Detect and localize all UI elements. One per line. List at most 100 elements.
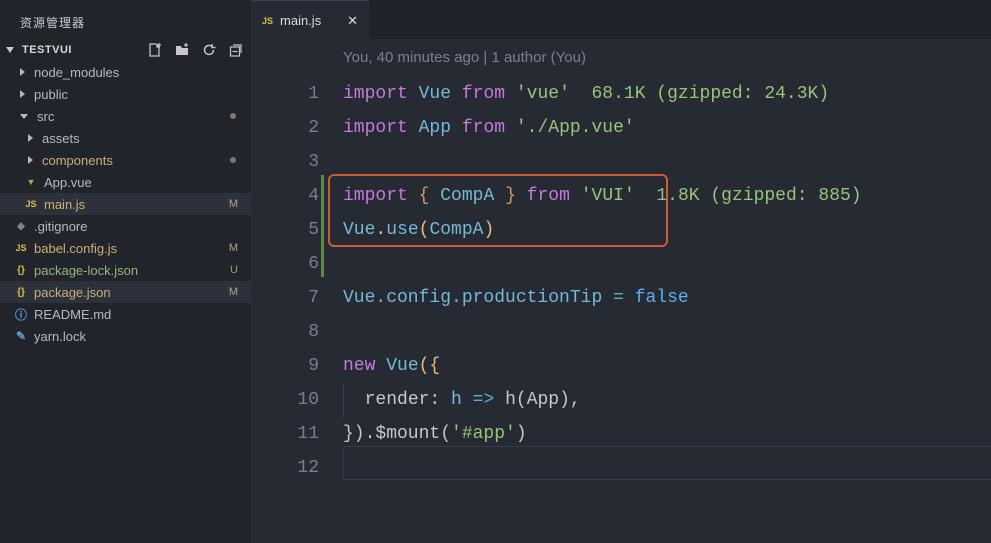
code-line: 7 Vue.config.productionTip = false [251,282,991,316]
modified-dot [230,157,236,163]
tree-item-label: README.md [34,306,112,322]
code-editor[interactable]: You, 40 minutes ago | 1 author (You) 1 i… [251,39,991,543]
close-icon[interactable]: ✕ [347,13,358,29]
refresh-icon[interactable] [200,41,218,59]
tree-item-public[interactable]: public [0,83,251,105]
string: 'vue' [515,84,570,104]
line-number: 6 [308,254,319,274]
tree-item-label: node_modules [34,64,120,80]
chevron-right-icon [28,134,33,142]
line-number: 10 [297,390,319,410]
line-number: 5 [308,220,319,240]
call: }).$mount( [343,424,452,444]
code-lines: 1 import Vue from 'vue' 68.1K (gzipped: … [251,78,991,486]
git-blame-codelens[interactable]: You, 40 minutes ago | 1 author (You) [343,49,586,66]
info-icon: ⓘ [14,307,27,322]
identifier: Vue [386,356,419,376]
line-number: 1 [308,84,319,104]
tree-item-components[interactable]: components [0,149,251,171]
project-section-header[interactable]: TESTVUI [0,39,251,61]
code-line: 9 new Vue({ [251,350,991,384]
tree-item-app-vue[interactable]: ▼ App.vue [0,171,251,193]
chevron-down-icon [20,113,28,119]
tree-item-readme[interactable]: ⓘ README.md [0,303,251,325]
tree-item-src[interactable]: src [0,105,251,127]
tree-item-label: babel.config.js [34,240,118,256]
import-cost: 1.8K (gzipped: 885) [656,186,862,206]
tree-item-gitignore[interactable]: ◆ .gitignore [0,215,251,237]
paren: ({ [418,356,441,376]
vue-file-icon: ▼ [26,177,36,187]
keyword: import [343,118,408,138]
code-text: new Vue({ [343,356,440,376]
git-status-badge: M [228,242,238,254]
chevron-right-icon [20,90,25,98]
keyword: new [343,356,376,376]
code-line: 12 [251,452,991,486]
explorer-title: 资源管理器 [20,16,86,30]
identifier: Vue.config.productionTip [343,288,603,308]
call: h(App), [505,390,581,410]
annotation-highlight-box [328,174,668,247]
tree-item-package-json[interactable]: {} package.json M [0,281,251,303]
js-file-icon: JS [15,243,27,253]
tree-item-yarn-lock[interactable]: ✎ yarn.lock [0,325,251,347]
chevron-right-icon [28,156,33,164]
tree-item-label: src [37,108,55,124]
git-status-badge: M [228,286,238,298]
line-number: 8 [308,322,319,342]
code-text: Vue.config.productionTip = false [343,288,689,308]
yarn-icon: ✎ [15,329,27,343]
tree-item-main-js[interactable]: JS main.js M [0,193,251,215]
identifier: Vue [418,84,452,104]
paren: ) [515,424,527,444]
chevron-right-icon [20,68,25,76]
code-text: render: h => h(App), [343,390,581,410]
explorer-toolbar [146,41,245,59]
line-number: 3 [308,152,319,172]
string: './App.vue' [515,118,635,138]
project-name: TESTVUI [22,44,72,56]
line-number: 11 [297,424,319,444]
git-file-icon: ◆ [17,220,25,232]
git-status-badge: M [228,198,238,210]
tree-item-label: package-lock.json [34,262,139,278]
property: render: [364,390,441,410]
js-file-icon: JS [25,199,37,209]
identifier: App [418,118,452,138]
line-number: 2 [308,118,319,138]
keyword: from [461,84,506,104]
code-line: 2 import App from './App.vue' [251,112,991,146]
tree-item-label: App.vue [44,174,92,190]
chevron-down-icon [6,47,14,53]
tree-item-node-modules[interactable]: node_modules [0,61,251,83]
tree-item-label: main.js [44,196,86,212]
line-number: 4 [308,186,319,206]
tree-item-label: .gitignore [34,218,88,234]
new-folder-icon[interactable] [173,41,191,59]
code-text: import Vue from 'vue' 68.1K (gzipped: 24… [343,84,829,104]
collapse-all-icon[interactable] [227,41,245,59]
keyword: import [343,84,408,104]
explorer-sidebar: 资源管理器 TESTVUI node_modules public src as… [0,0,251,543]
code-line: 11 }).$mount('#app') [251,418,991,452]
tree-item-label: public [34,86,68,102]
tree-item-label: package.json [34,284,111,300]
tab-main-js[interactable]: JS main.js ✕ [251,0,369,40]
tree-item-label: components [42,152,113,168]
import-cost: 68.1K (gzipped: 24.3K) [591,84,830,104]
vscode-window: 资源管理器 TESTVUI node_modules public src as… [0,0,991,543]
tab-label: main.js [280,13,322,28]
file-tree: node_modules public src assets component… [0,61,251,347]
line-number: 9 [308,356,319,376]
new-file-icon[interactable] [146,41,164,59]
tree-item-assets[interactable]: assets [0,127,251,149]
tree-item-package-lock[interactable]: {} package-lock.json U [0,259,251,281]
identifier: h [451,390,462,410]
modified-dot [230,113,236,119]
json-file-icon: {} [17,286,25,298]
code-line: 6 [251,248,991,282]
editor-tab-bar: JS main.js ✕ [251,0,991,40]
tree-item-babel-config[interactable]: JS babel.config.js M [0,237,251,259]
operator: => [472,390,495,410]
